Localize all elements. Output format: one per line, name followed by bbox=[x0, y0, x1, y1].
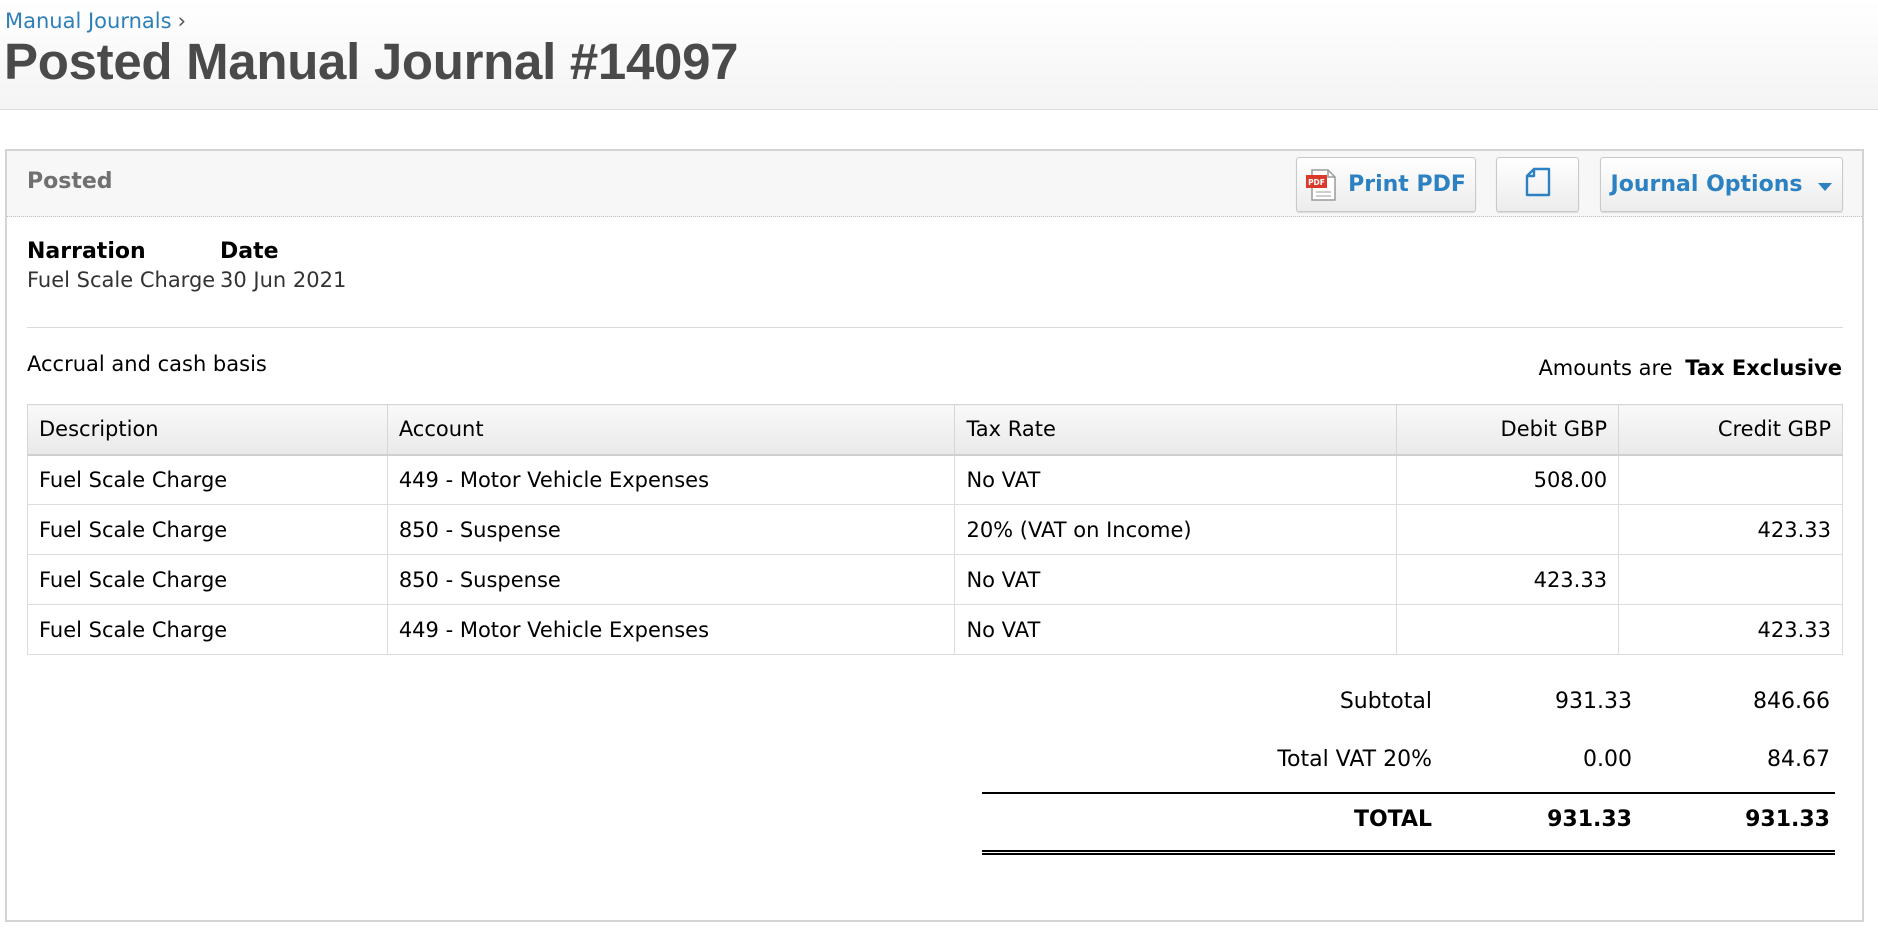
breadcrumb-link-manual-journals[interactable]: Manual Journals bbox=[5, 9, 172, 33]
cell-credit: 423.33 bbox=[1618, 504, 1843, 555]
cell-debit bbox=[1396, 504, 1620, 555]
totals-double-rule bbox=[982, 850, 1835, 855]
cell-credit bbox=[1618, 454, 1843, 505]
cell-debit: 423.33 bbox=[1396, 554, 1620, 605]
cell-credit: 423.33 bbox=[1618, 604, 1843, 655]
total-label: TOTAL bbox=[1353, 807, 1432, 832]
vat-row: Total VAT 20% 0.00 84.67 bbox=[7, 747, 1862, 777]
subtotal-debit: 931.33 bbox=[1555, 689, 1632, 714]
cell-tax-rate: 20% (VAT on Income) bbox=[954, 504, 1398, 555]
cell-description: Fuel Scale Charge bbox=[27, 604, 388, 655]
print-pdf-button[interactable]: PDF Print PDF bbox=[1296, 157, 1476, 212]
total-credit: 931.33 bbox=[1745, 807, 1830, 832]
table-header-row: Description Account Tax Rate Debit GBP C… bbox=[27, 404, 1843, 456]
cell-debit: 508.00 bbox=[1396, 454, 1620, 505]
table-row: Fuel Scale Charge 850 - Suspense No VAT … bbox=[27, 554, 1843, 605]
journal-panel: Posted PDF Print PDF Journal Options Nar… bbox=[5, 149, 1864, 922]
caret-down-icon bbox=[1818, 182, 1833, 191]
vat-credit: 84.67 bbox=[1767, 747, 1830, 772]
copy-document-icon bbox=[1525, 167, 1551, 203]
column-header-credit: Credit GBP bbox=[1618, 404, 1843, 456]
date-value: 30 Jun 2021 bbox=[220, 268, 347, 292]
pdf-icon-text: PDF bbox=[1308, 178, 1325, 187]
subtotal-row: Subtotal 931.33 846.66 bbox=[7, 689, 1862, 719]
cell-debit bbox=[1396, 604, 1620, 655]
cell-tax-rate: No VAT bbox=[954, 554, 1398, 605]
pdf-icon: PDF bbox=[1306, 168, 1336, 201]
cell-account: 449 - Motor Vehicle Expenses bbox=[386, 454, 956, 505]
column-header-tax-rate: Tax Rate bbox=[954, 404, 1398, 456]
breadcrumb: Manual Journals › bbox=[5, 9, 186, 33]
cell-description: Fuel Scale Charge bbox=[27, 454, 388, 505]
table-row: Fuel Scale Charge 449 - Motor Vehicle Ex… bbox=[27, 604, 1843, 655]
subtotal-credit: 846.66 bbox=[1753, 689, 1830, 714]
page-title: Posted Manual Journal #14097 bbox=[4, 33, 739, 90]
subtotal-label: Subtotal bbox=[1339, 689, 1432, 714]
narration-field: Narration Fuel Scale Charge bbox=[27, 239, 215, 292]
cell-credit bbox=[1618, 554, 1843, 605]
amounts-tax-value: Tax Exclusive bbox=[1685, 356, 1842, 380]
narration-label: Narration bbox=[27, 239, 146, 264]
journal-options-label: Journal Options bbox=[1610, 172, 1803, 197]
cell-description: Fuel Scale Charge bbox=[27, 554, 388, 605]
vat-debit: 0.00 bbox=[1583, 747, 1632, 772]
table-row: Fuel Scale Charge 449 - Motor Vehicle Ex… bbox=[27, 454, 1843, 505]
divider bbox=[27, 327, 1843, 328]
totals-rule bbox=[982, 792, 1835, 794]
cell-tax-rate: No VAT bbox=[954, 454, 1398, 505]
cell-account: 850 - Suspense bbox=[386, 504, 956, 555]
cell-tax-rate: No VAT bbox=[954, 604, 1398, 655]
copy-button[interactable] bbox=[1496, 157, 1579, 212]
amounts-prefix: Amounts are bbox=[1538, 356, 1673, 380]
journal-options-button[interactable]: Journal Options bbox=[1600, 157, 1843, 212]
print-pdf-label: Print PDF bbox=[1348, 172, 1466, 197]
column-header-debit: Debit GBP bbox=[1396, 404, 1620, 456]
total-row: TOTAL 931.33 931.33 bbox=[7, 807, 1862, 837]
status-label: Posted bbox=[27, 169, 113, 194]
total-debit: 931.33 bbox=[1547, 807, 1632, 832]
breadcrumb-separator: › bbox=[177, 9, 186, 33]
cell-account: 449 - Motor Vehicle Expenses bbox=[386, 604, 956, 655]
page-header: Manual Journals › Posted Manual Journal #… bbox=[0, 0, 1878, 110]
accounting-basis-text: Accrual and cash basis bbox=[27, 352, 267, 376]
column-header-account: Account bbox=[386, 404, 956, 456]
cell-description: Fuel Scale Charge bbox=[27, 504, 388, 555]
cell-account: 850 - Suspense bbox=[386, 554, 956, 605]
amounts-tax-mode: Amounts are Tax Exclusive bbox=[1538, 356, 1842, 380]
date-field: Date 30 Jun 2021 bbox=[220, 239, 346, 292]
table-row: Fuel Scale Charge 850 - Suspense 20% (VA… bbox=[27, 504, 1843, 555]
vat-label: Total VAT 20% bbox=[1277, 747, 1432, 772]
narration-value: Fuel Scale Charge bbox=[27, 268, 216, 292]
journal-lines-table: Description Account Tax Rate Debit GBP C… bbox=[27, 404, 1843, 655]
date-label: Date bbox=[220, 239, 279, 264]
panel-toolbar: Posted PDF Print PDF Journal Options bbox=[7, 151, 1862, 217]
column-header-description: Description bbox=[27, 404, 388, 456]
